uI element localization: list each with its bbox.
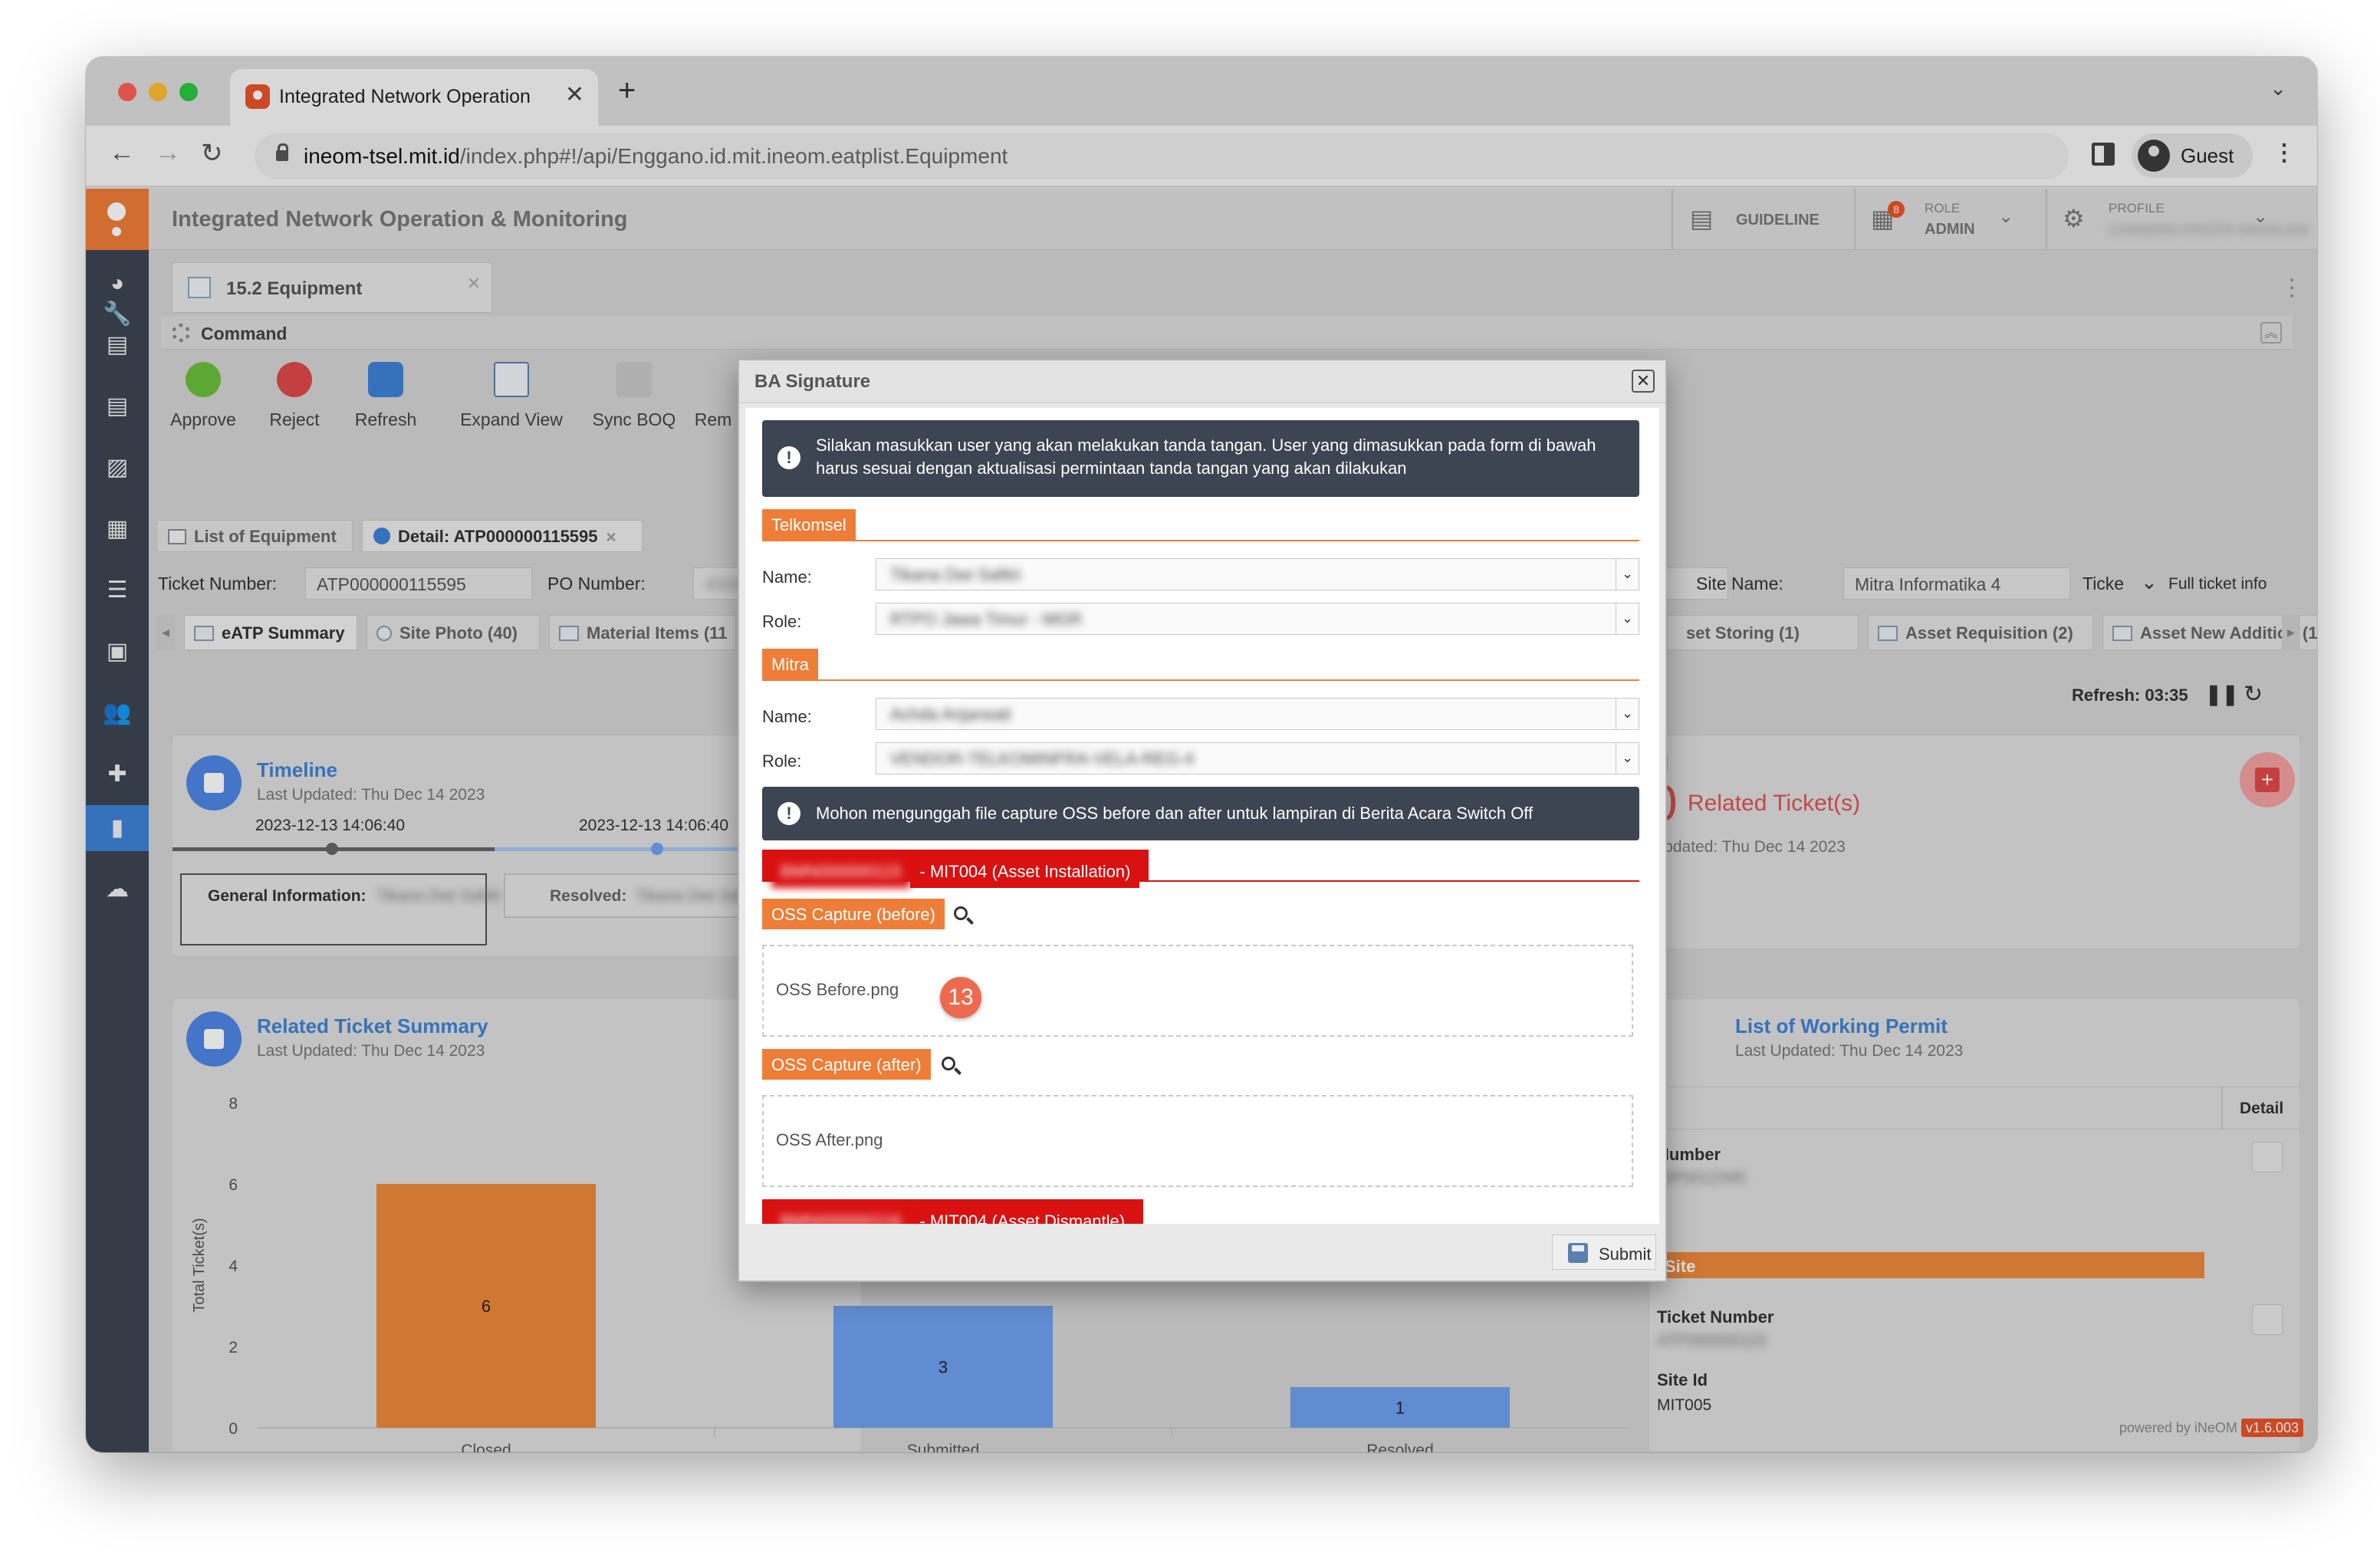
oss-before-upload[interactable]: OSS Before.png [762,945,1633,1037]
telkomsel-role-select[interactable]: RTPO Jawa Timur - MGR ⌄ [876,603,1639,635]
close-icon[interactable]: ✕ [1632,370,1655,393]
asset-dismantle-id: BMN000000116 [771,1205,911,1224]
oss-notice-text: Mohon mengunggah file capture OSS before… [816,804,1534,823]
asset-dismantle-text: - MIT004 (Asset Dismantle) [910,1205,1135,1224]
oss-before-magnifier-icon[interactable] [954,906,968,920]
mitra-role-select[interactable]: VENDOR-TELKOMINFRA-VELA-REG-4 ⌄ [876,742,1639,774]
telkomsel-role-value: RTPO Jawa Timur - MGR [890,610,1083,629]
browser-window: Integrated Network Operation ✕ + ⌄ ← → ↻… [86,57,2317,1452]
dialog-header: BA Signature ✕ [739,360,1665,403]
mitra-name-label: Name: [762,707,812,726]
dialog-footer: Submit [739,1225,1665,1282]
oss-after-label: OSS Capture (after) [762,1049,931,1080]
submit-label: Submit [1599,1245,1652,1264]
asset-installation-header: BMN000000115 - MIT004 (Asset Installatio… [762,850,1639,888]
signature-notice: ! Silakan masukkan user yang akan melaku… [762,420,1639,497]
chevron-down-icon: ⌄ [1616,699,1639,729]
oss-notice: ! Mohon mengunggah file capture OSS befo… [762,787,1639,840]
telkomsel-role-label: Role: [762,612,802,631]
info-icon: ! [777,802,800,825]
ba-signature-dialog: BA Signature ✕ ! Silakan masukkan user y… [738,359,1667,1282]
telkomsel-section-header: Telkomsel [762,509,1639,541]
telkomsel-name-label: Name: [762,567,812,587]
asset-installation-label: BMN000000115 - MIT004 (Asset Installatio… [762,850,1149,888]
mitra-name-value: Achda Anjarwati [890,705,1011,724]
oss-after-upload[interactable]: OSS After.png [762,1095,1633,1187]
telkomsel-label: Telkomsel [762,509,856,541]
asset-dismantle-header: BMN000000116 - MIT004 (Asset Dismantle) [762,1199,1639,1224]
oss-before-label: OSS Capture (before) [762,899,945,929]
oss-before-filename: OSS Before.png [776,980,899,999]
signature-notice-text: Silakan masukkan user yang akan melakuka… [816,436,1596,478]
chevron-down-icon: ⌄ [1616,603,1639,634]
asset-installation-text: - MIT004 (Asset Installation) [910,856,1140,888]
mitra-label: Mitra [762,649,818,681]
save-disk-icon [1568,1243,1588,1263]
asset-dismantle-label: BMN000000116 - MIT004 (Asset Dismantle) [762,1199,1144,1224]
mitra-role-value: VENDOR-TELKOMINFRA-VELA-REG-4 [890,749,1195,768]
oss-after-filename: OSS After.png [776,1130,883,1149]
telkomsel-name-value: Tikana Dwi Safitri [890,565,1021,584]
asset-installation-id: BMN000000115 [771,856,911,888]
mitra-role-label: Role: [762,751,802,771]
submit-button[interactable]: Submit [1552,1235,1656,1270]
mitra-name-select[interactable]: Achda Anjarwati ⌄ [876,698,1639,730]
chevron-down-icon: ⌄ [1616,559,1639,590]
oss-after-magnifier-icon[interactable] [942,1057,955,1070]
telkomsel-name-select[interactable]: Tikana Dwi Safitri ⌄ [876,558,1639,590]
dialog-title: BA Signature [754,371,871,392]
step-number-badge: 13 [940,977,981,1018]
chevron-down-icon: ⌄ [1616,743,1639,774]
dialog-body: ! Silakan masukkan user yang akan melaku… [745,408,1659,1224]
mitra-section-header: Mitra [762,649,1639,681]
info-icon: ! [777,446,800,469]
